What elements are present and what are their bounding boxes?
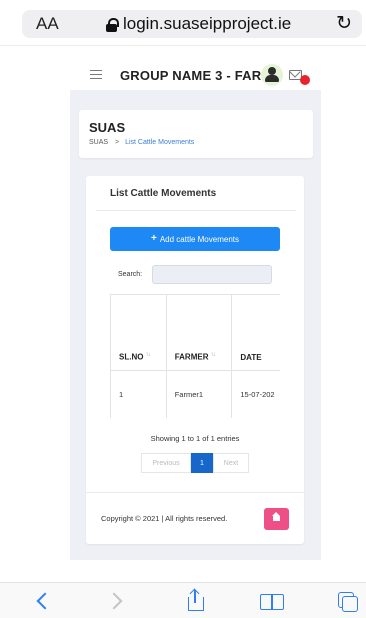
column-header-sl-no[interactable]: SL.NO ↑↓ — [110, 294, 167, 371]
page-title-card: SUAS SUAS > List Cattle Movements — [79, 110, 313, 158]
table-header-row: SL.NO ↑↓ FARMER ↑↓ DATE — [110, 294, 280, 371]
home-icon — [272, 512, 280, 521]
notification-badge — [300, 75, 310, 85]
plus-icon: + — [151, 233, 157, 244]
entries-info: Showing 1 to 1 of 1 entries — [150, 434, 240, 443]
search-input[interactable] — [152, 265, 272, 284]
group-name: GROUP NAME 3 - FAR1 — [120, 68, 269, 83]
add-cattle-movements-button[interactable]: + Add cattle Movements — [110, 227, 280, 251]
breadcrumb-separator: > — [115, 139, 120, 146]
cell-sl-no: 1 — [110, 370, 167, 418]
browser-toolbar — [0, 582, 366, 618]
cell-farmer: Farmer1 — [165, 370, 233, 418]
movements-table: SL.NO ↑↓ FARMER ↑↓ DATE 1 Farmer1 15-07-20… — [110, 294, 280, 418]
hamburger-menu-icon[interactable] — [90, 70, 102, 79]
bookmarks-icon[interactable] — [258, 589, 286, 613]
search-label: Search: — [118, 271, 143, 278]
sort-icon: ↑↓ — [145, 352, 150, 359]
add-button-label: Add cattle Movements — [159, 234, 239, 244]
cell-date: 15-07-202 — [231, 370, 280, 418]
browser-address-bar: AA login.suaseipproject.ie ↻ — [0, 0, 366, 46]
home-button[interactable] — [264, 508, 289, 530]
url-display[interactable]: login.suaseipproject.ie — [106, 14, 291, 34]
url-text: login.suaseipproject.ie — [123, 14, 292, 33]
next-page-button[interactable]: Next — [213, 453, 249, 473]
share-icon[interactable] — [182, 588, 210, 613]
url-field[interactable]: AA login.suaseipproject.ie ↻ — [22, 10, 362, 38]
tabs-icon[interactable] — [334, 589, 362, 613]
forward-arrow-icon[interactable] — [104, 589, 132, 613]
footer-divider — [86, 492, 304, 493]
card-title: List Cattle Movements — [110, 188, 217, 199]
pagination: Previous 1 Next — [141, 453, 249, 473]
back-arrow-icon[interactable] — [30, 589, 58, 613]
reload-icon[interactable]: ↻ — [336, 12, 352, 35]
page-button-current[interactable]: 1 — [191, 453, 213, 473]
copyright-text: Copyright © 2021 | All rights reserved. — [101, 514, 228, 523]
breadcrumb-current[interactable]: List Cattle Movements — [125, 139, 194, 146]
text-size-button[interactable]: AA — [36, 14, 59, 34]
movements-table-scroll[interactable]: SL.NO ↑↓ FARMER ↑↓ DATE 1 Farmer1 15-07-20… — [110, 294, 280, 418]
breadcrumb-root[interactable]: SUAS — [89, 139, 108, 146]
column-header-date[interactable]: DATE — [231, 294, 280, 371]
sort-icon: ↑↓ — [210, 352, 215, 359]
lock-icon — [106, 17, 119, 32]
breadcrumb: SUAS > List Cattle Movements — [89, 139, 194, 146]
previous-page-button[interactable]: Previous — [141, 453, 191, 473]
cattle-movements-card: List Cattle Movements + Add cattle Movem… — [86, 176, 304, 544]
page-title: SUAS — [89, 120, 126, 135]
table-row: 1 Farmer1 15-07-202 — [110, 370, 280, 418]
card-divider — [96, 210, 296, 211]
user-settings-icon[interactable] — [261, 64, 283, 86]
column-header-farmer[interactable]: FARMER ↑↓ — [165, 294, 233, 371]
